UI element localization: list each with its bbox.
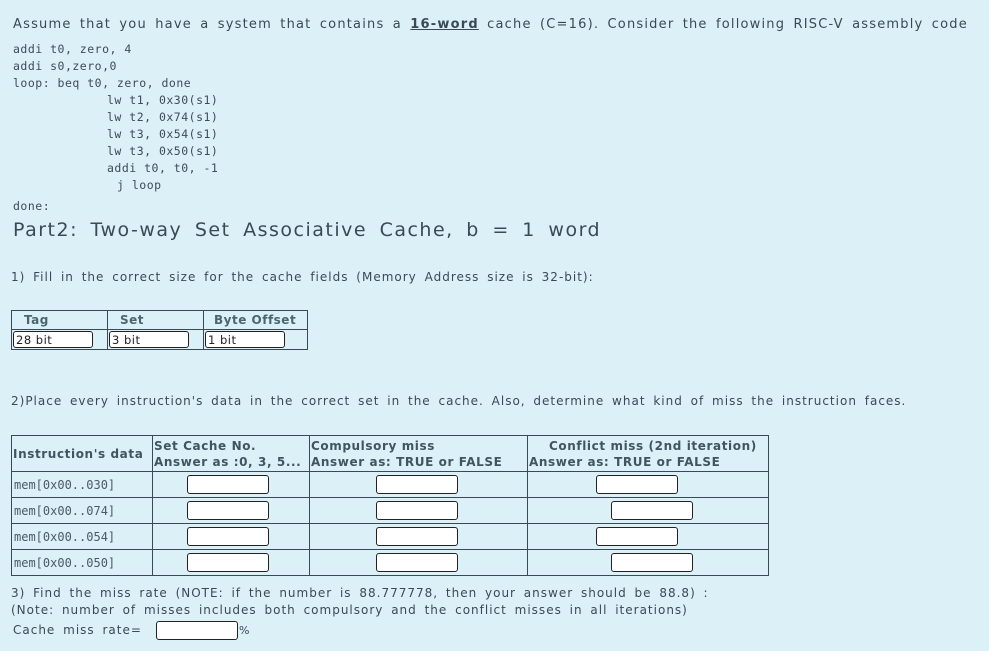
col-conflict-line1: Conflict miss (2nd iteration)	[549, 438, 757, 453]
q3-line2: (Note: number of misses includes both co…	[11, 603, 688, 617]
set-bits-input[interactable]	[109, 331, 189, 348]
table-row: mem[0x00..054]	[11, 523, 769, 550]
col-compulsory-miss: Compulsory miss Answer as: TRUE or FALSE	[309, 435, 528, 472]
q2-prompt: 2)Place every instruction's data in the …	[11, 394, 907, 408]
code-line: addi s0,zero,0	[13, 59, 117, 73]
conflict-input[interactable]	[596, 527, 678, 546]
intro-text: Assume that you have a system that conta…	[13, 17, 968, 32]
code-line: done:	[13, 199, 51, 213]
set-input[interactable]	[187, 527, 269, 546]
col-compulsory-line2: Answer as: TRUE or FALSE	[311, 454, 503, 469]
compulsory-input[interactable]	[376, 475, 458, 494]
col-conflict-miss: Conflict miss (2nd iteration) Answer as: …	[527, 435, 769, 472]
set-input[interactable]	[187, 501, 269, 520]
instruction-data-table: Instruction's data Set Cache No. Answer a…	[11, 435, 769, 576]
part-title: Part2: Two-way Set Associative Cache, b …	[13, 219, 602, 241]
compulsory-input[interactable]	[376, 527, 458, 546]
byte-offset-header: Byte Offset	[203, 310, 308, 330]
q3-line1: 3) Find the miss rate (NOTE: if the numb…	[11, 586, 709, 600]
code-line: loop: beq t0, zero, done	[13, 76, 192, 90]
q1-prompt: 1) Fill in the correct size for the cach…	[11, 270, 594, 284]
code-line: addi t0, zero, 4	[13, 42, 132, 56]
table-row: mem[0x00..074]	[11, 497, 769, 524]
row-label: mem[0x00..074]	[11, 497, 153, 524]
byte-offset-bits-input[interactable]	[205, 331, 285, 348]
set-input[interactable]	[187, 475, 269, 494]
conflict-input[interactable]	[611, 501, 693, 520]
miss-rate-input[interactable]	[156, 621, 238, 640]
row-label: mem[0x00..050]	[11, 549, 153, 576]
code-line: lw t3, 0x50(s1)	[107, 144, 219, 158]
compulsory-input[interactable]	[376, 501, 458, 520]
col-conflict-line2: Answer as: TRUE or FALSE	[529, 454, 721, 469]
code-line: lw t2, 0x74(s1)	[107, 110, 219, 124]
cache-fields-table: Tag Set Byte Offset	[11, 310, 308, 350]
intro-before: Assume that you have a system that conta…	[13, 17, 411, 32]
code-line: lw t1, 0x30(s1)	[107, 93, 219, 107]
row-label: mem[0x00..030]	[11, 471, 153, 498]
tag-header: Tag	[11, 310, 108, 330]
intro-after: cache (C=16). Consider the following RIS…	[478, 17, 968, 32]
col-set-line1: Set Cache No.	[154, 438, 257, 453]
conflict-input[interactable]	[611, 553, 693, 572]
code-line: lw t3, 0x54(s1)	[107, 127, 219, 141]
col-compulsory-line1: Compulsory miss	[311, 438, 436, 453]
col-set-cache-no: Set Cache No. Answer as :0, 3, 5...	[152, 435, 310, 472]
tag-bits-input[interactable]	[13, 331, 93, 348]
cache-size-highlight: 16-word	[410, 17, 479, 32]
row-label: mem[0x00..054]	[11, 523, 153, 550]
conflict-input[interactable]	[596, 475, 678, 494]
table-row: mem[0x00..050]	[11, 549, 769, 576]
col-set-line2: Answer as :0, 3, 5...	[154, 454, 302, 469]
table-row: mem[0x00..030]	[11, 471, 769, 498]
code-line: j loop	[117, 178, 162, 192]
miss-rate-label: Cache miss rate=	[13, 623, 142, 637]
set-input[interactable]	[187, 553, 269, 572]
code-line: addi t0, t0, -1	[107, 161, 219, 175]
set-header: Set	[107, 310, 204, 330]
col-instruction-data: Instruction's data	[11, 435, 153, 472]
compulsory-input[interactable]	[376, 553, 458, 572]
percent-unit: %	[239, 624, 250, 637]
